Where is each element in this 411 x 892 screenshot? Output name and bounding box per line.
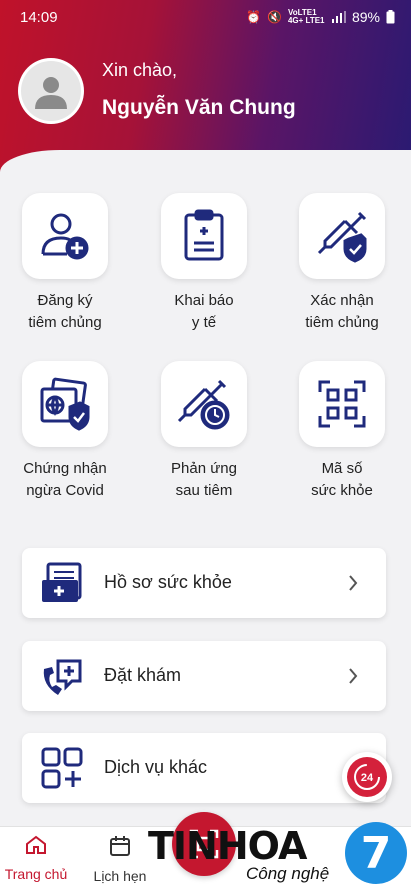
network-label: VoLTE1 4G+ LTE1 bbox=[287, 8, 325, 25]
card-health-record[interactable]: Hồ sơ sức khỏe bbox=[22, 548, 386, 618]
tile-label-register: Đăng ký tiêm chủng bbox=[28, 292, 102, 331]
card-book-appointment[interactable]: Đặt khám bbox=[22, 641, 386, 711]
syringe-clock-icon bbox=[177, 379, 230, 430]
register-person-icon bbox=[41, 213, 89, 260]
tile-health-declaration[interactable] bbox=[161, 193, 247, 279]
watermark-sub: Công nghệ bbox=[246, 864, 330, 883]
nav-home[interactable]: Trang chủ bbox=[0, 835, 72, 882]
tile-label-reaction: Phản ứng sau tiêm bbox=[171, 460, 237, 499]
card-label-book-appointment: Đặt khám bbox=[104, 665, 182, 685]
battery-icon bbox=[386, 10, 395, 24]
chevron-right-icon bbox=[349, 668, 358, 684]
tile-covid-certificate[interactable] bbox=[22, 361, 108, 447]
user-name: Nguyễn Văn Chung bbox=[102, 96, 296, 119]
watermark-brand: TINHOA bbox=[148, 824, 307, 868]
card-label-health-record: Hồ sơ sức khỏe bbox=[104, 572, 232, 592]
avatar-placeholder bbox=[21, 61, 81, 121]
svg-text:7: 7 bbox=[361, 828, 392, 879]
medical-clipboard-icon bbox=[184, 209, 224, 261]
nav-home-label: Trang chủ bbox=[4, 866, 68, 882]
booking-phone-icon bbox=[43, 659, 82, 695]
chevron-right-icon bbox=[349, 575, 358, 591]
hotline-label: 24 bbox=[361, 772, 374, 784]
qr-code-icon bbox=[318, 380, 366, 428]
certificate-globe-icon bbox=[40, 377, 90, 431]
tile-register-vaccination[interactable] bbox=[22, 193, 108, 279]
tile-label-certificate: Chứng nhận ngừa Covid bbox=[23, 460, 107, 499]
tile-label-declaration: Khai báo y tế bbox=[174, 292, 234, 331]
tile-confirm-vaccination[interactable] bbox=[299, 193, 385, 279]
tile-health-code[interactable] bbox=[299, 361, 385, 447]
avatar[interactable] bbox=[18, 58, 84, 124]
phone-24h-icon: 24 bbox=[354, 764, 380, 790]
status-icons: ⏰ 🔇 VoLTE1 4G+ LTE1 89% bbox=[246, 9, 395, 25]
signal-icon bbox=[331, 11, 346, 23]
battery-percent: 89% bbox=[351, 9, 380, 25]
nav-schedule-label: Lịch hẹn bbox=[93, 868, 147, 884]
watermark-logo: 7 bbox=[345, 822, 407, 884]
alarm-icon: ⏰ bbox=[246, 10, 262, 24]
mute-icon: 🔇 bbox=[267, 10, 282, 24]
tile-label-confirm: Xác nhận tiêm chủng bbox=[305, 292, 379, 331]
greeting-text: Xin chào, bbox=[102, 60, 178, 80]
user-silhouette-icon bbox=[35, 77, 67, 109]
health-record-icon bbox=[42, 562, 82, 602]
hotline-24-button[interactable]: 24 bbox=[342, 752, 392, 802]
tile-post-vaccine-reaction[interactable] bbox=[161, 361, 247, 447]
status-time: 14:09 bbox=[20, 9, 58, 26]
grid-plus-icon bbox=[41, 747, 83, 789]
vaccine-shield-icon bbox=[317, 211, 367, 263]
card-label-other-services: Dịch vụ khác bbox=[104, 757, 208, 777]
watermark: TINHOA Công nghệ 7 bbox=[148, 820, 411, 892]
nav-schedule[interactable]: Lịch hẹn bbox=[84, 835, 156, 884]
calendar-icon bbox=[110, 836, 130, 856]
card-other-services[interactable]: Dịch vụ khác bbox=[22, 733, 386, 803]
hotline-circle: 24 bbox=[347, 757, 387, 797]
tile-label-health-code: Mã số sức khỏe bbox=[311, 460, 373, 499]
home-icon bbox=[26, 835, 46, 854]
status-bar: 14:09 ⏰ 🔇 VoLTE1 4G+ LTE1 89% bbox=[0, 0, 411, 34]
